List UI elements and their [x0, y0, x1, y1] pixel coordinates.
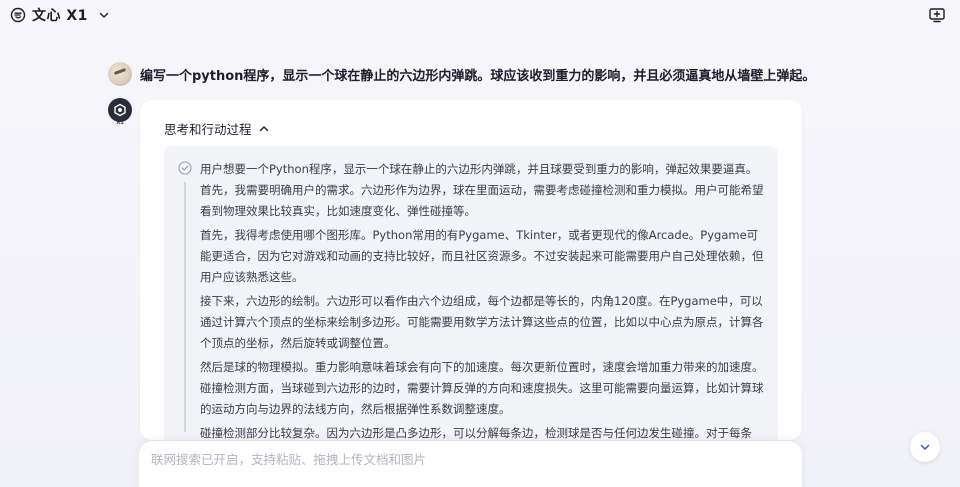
- scroll-to-bottom-button[interactable]: [910, 432, 940, 462]
- message-input[interactable]: [151, 449, 771, 469]
- assistant-model-tag: X1: [116, 120, 124, 126]
- chevron-down-icon: [99, 12, 109, 18]
- user-avatar: [108, 62, 132, 86]
- wenxin-logo-icon: [10, 7, 26, 23]
- new-chat-icon[interactable]: [928, 6, 946, 24]
- assistant-logo-icon: [108, 98, 132, 122]
- thinking-paragraph: 首先，我得考虑使用哪个图形库。Python常用的有Pygame、Tkinter，…: [200, 228, 764, 284]
- thinking-panel: 用户想要一个Python程序，显示一个球在静止的六边形内弹跳，并且球要受到重力的…: [164, 146, 778, 440]
- check-circle-icon: [178, 161, 192, 175]
- chevron-up-icon: [259, 125, 268, 131]
- thinking-timeline: [184, 182, 186, 432]
- thinking-paragraph: 接下来，六边形的绘制。六边形可以看作由六个边组成，每个边都是等长的，内角120度…: [200, 294, 764, 350]
- user-message-row: 编写一个python程序，显示一个球在静止的六边形内弹跳。球应该收到重力的影响，…: [108, 62, 815, 86]
- top-bar: 文心 X1: [0, 0, 960, 30]
- thinking-title: 思考和行动过程: [164, 122, 252, 137]
- thinking-content: 用户想要一个Python程序，显示一个球在静止的六边形内弹跳，并且球要受到重力的…: [200, 159, 766, 440]
- assistant-avatar: X1: [108, 98, 132, 128]
- message-composer: [139, 441, 802, 487]
- model-name: 文心 X1: [32, 8, 88, 24]
- user-message: 编写一个python程序，显示一个球在静止的六边形内弹跳。球应该收到重力的影响，…: [140, 68, 816, 84]
- model-switcher[interactable]: 文心 X1: [10, 5, 110, 25]
- thinking-paragraph: 然后是球的物理模拟。重力影响意味着球会有向下的加速度。每次更新位置时，速度会增加…: [200, 360, 764, 416]
- thinking-paragraph: 用户想要一个Python程序，显示一个球在静止的六边形内弹跳，并且球要受到重力的…: [200, 162, 764, 218]
- assistant-response-card: 思考和行动过程 用户想要一个Python程序，显示一个球在静止的六边形内弹跳，并…: [140, 100, 802, 440]
- chevron-down-icon: [920, 444, 930, 450]
- thinking-paragraph: 碰撞检测部分比较复杂。因为六边形是凸多边形，可以分解每条边，检测球是否与任何边发…: [200, 426, 752, 440]
- thinking-toggle[interactable]: 思考和行动过程: [164, 119, 270, 138]
